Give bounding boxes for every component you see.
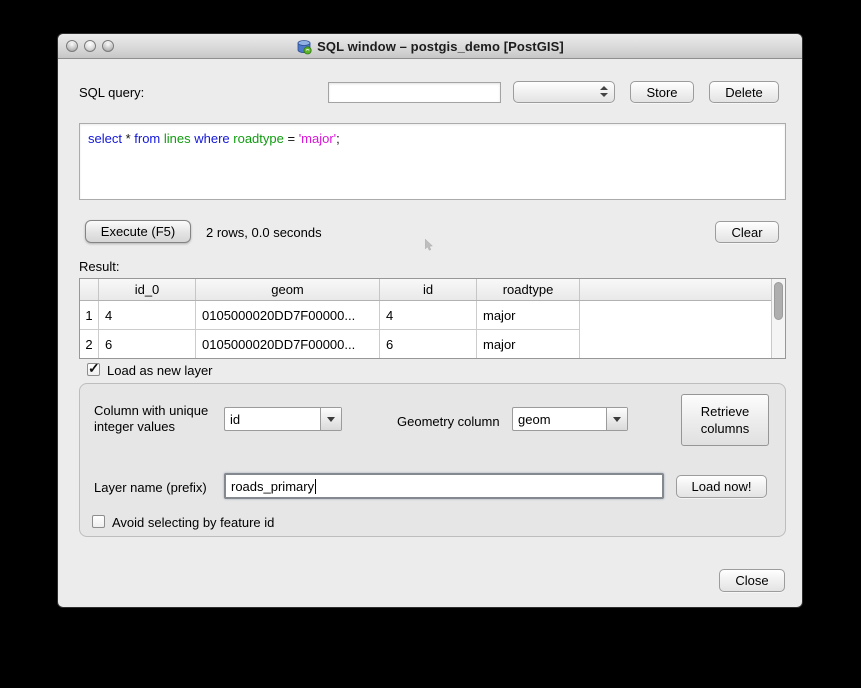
geometry-column-label: Geometry column [397,414,500,429]
row-filler [580,301,771,330]
cell-id[interactable]: 6 [380,330,477,359]
row-number-cell[interactable]: 1 [80,301,99,330]
cell-id_0[interactable]: 6 [99,330,196,359]
chevron-down-icon [320,408,341,430]
sql-token: * [126,131,135,146]
close-button[interactable]: Close [719,569,785,592]
stepper-arrows-icon [600,86,607,97]
execute-button[interactable]: Execute (F5) [85,220,191,243]
column-header-id[interactable]: id [380,279,477,300]
sql-window: SQL window – postgis_demo [PostGIS] SQL … [57,33,803,608]
unique-column-dropdown[interactable]: id [224,407,342,431]
table-row[interactable]: 1 4 0105000020DD7F00000... 4 major [80,301,785,330]
delete-button[interactable]: Delete [709,81,779,103]
titlebar[interactable]: SQL window – postgis_demo [PostGIS] [58,34,802,59]
sql-token: = [287,131,298,146]
unique-column-label: Column with unique integer values [94,403,208,435]
mouse-cursor-icon [425,239,434,251]
checkmark-icon: ✓ [88,360,100,377]
stored-query-dropdown[interactable] [513,81,615,103]
result-label: Result: [79,259,119,274]
layer-name-label: Layer name (prefix) [94,480,207,495]
text-caret [315,479,316,494]
window-title: SQL window – postgis_demo [PostGIS] [317,39,564,54]
load-as-new-layer-label: Load as new layer [107,363,213,378]
cell-geom[interactable]: 0105000020DD7F00000... [196,330,380,359]
sql-editor[interactable]: select * from lines where roadtype = 'ma… [79,123,786,200]
database-icon [296,39,312,55]
cell-id_0[interactable]: 4 [99,301,196,330]
row-filler [580,330,771,359]
corner-header-cell[interactable] [80,279,99,300]
sql-token: where [194,131,233,146]
table-header-row: id_0 geom id roadtype [80,279,785,301]
table-row[interactable]: 2 6 0105000020DD7F00000... 6 major [80,330,785,359]
load-as-new-layer-checkbox[interactable]: ✓ [87,363,100,376]
vertical-scrollbar[interactable] [771,279,785,358]
store-button[interactable]: Store [630,81,694,103]
column-header-id_0[interactable]: id_0 [99,279,196,300]
sql-token: lines [164,131,194,146]
unique-column-value: id [225,412,320,427]
status-text: 2 rows, 0.0 seconds [206,225,322,240]
column-header-roadtype[interactable]: roadtype [477,279,580,300]
avoid-fid-label: Avoid selecting by feature id [112,515,274,530]
avoid-fid-checkbox[interactable] [92,515,105,528]
sql-token: 'major' [299,131,336,146]
cell-roadtype[interactable]: major [477,301,580,330]
result-table: id_0 geom id roadtype 1 4 0105000020DD7F… [79,278,786,359]
layer-name-input[interactable]: roads_primary [224,473,664,499]
sql-token: roadtype [233,131,287,146]
cell-roadtype[interactable]: major [477,330,580,359]
layer-name-value: roads_primary [231,479,314,494]
header-filler [580,279,771,300]
geometry-column-dropdown[interactable]: geom [512,407,628,431]
sql-token: from [134,131,164,146]
cell-id[interactable]: 4 [380,301,477,330]
sql-token: select [88,131,126,146]
query-name-input[interactable] [328,82,501,103]
chevron-down-icon [606,408,627,430]
clear-button[interactable]: Clear [715,221,779,243]
retrieve-columns-button[interactable]: Retrieve columns [681,394,769,446]
row-number-cell[interactable]: 2 [80,330,99,359]
geometry-column-value: geom [513,412,606,427]
cell-geom[interactable]: 0105000020DD7F00000... [196,301,380,330]
sql-query-label: SQL query: [79,85,144,100]
load-options-groupbox: Column with unique integer values id Geo… [79,383,786,537]
scrollbar-thumb[interactable] [774,282,783,320]
column-header-geom[interactable]: geom [196,279,380,300]
load-now-button[interactable]: Load now! [676,475,767,498]
sql-token: ; [336,131,340,146]
